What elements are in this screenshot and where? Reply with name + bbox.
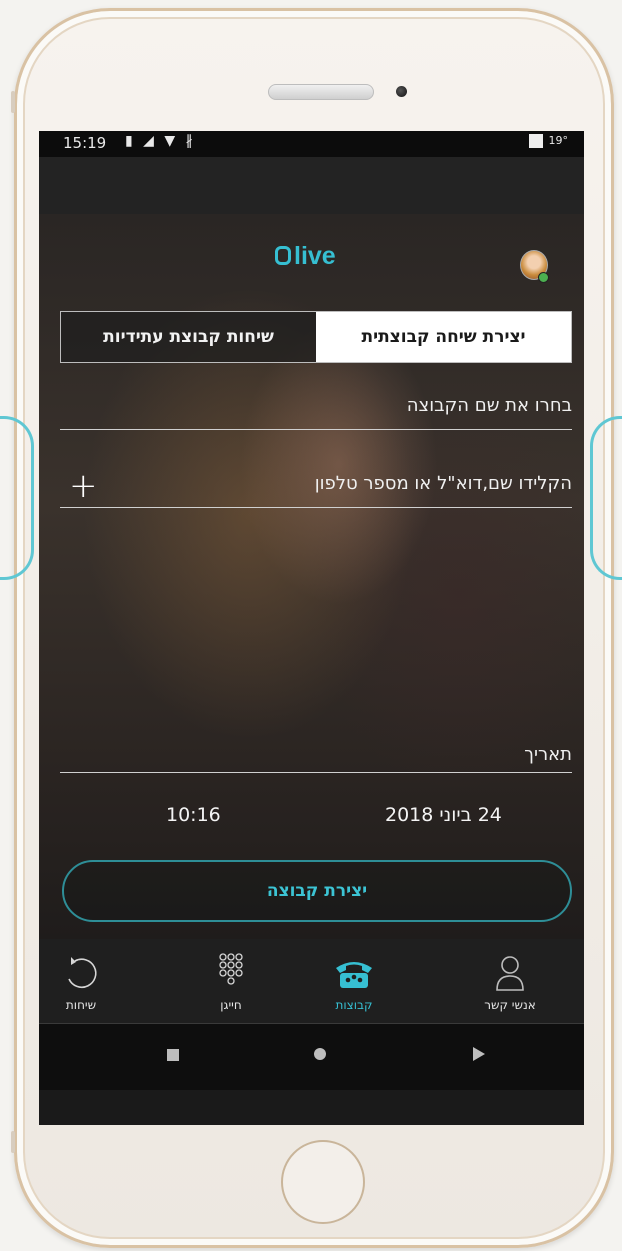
bluetooth-icon: ∦ <box>185 133 196 149</box>
system-nav-bar <box>39 1024 584 1090</box>
status-right: 19° <box>528 134 569 148</box>
notification-square-icon <box>528 134 543 148</box>
person-icon <box>460 953 560 993</box>
participants-field[interactable]: הקלידו שם,דוא"ל או מספר טלפון <box>60 469 572 508</box>
back-icon[interactable] <box>473 1046 485 1065</box>
group-name-field[interactable]: בחרו את שם הקבוצה <box>60 391 572 430</box>
nav-item-groups[interactable]: קבוצות <box>304 939 404 1023</box>
nav-label-dialer: חייגן <box>220 998 242 1012</box>
nav-label-calls: שיחות <box>65 998 97 1012</box>
online-status-dot <box>538 272 549 283</box>
tab-future-group-calls[interactable]: שיחות קבוצת עתידיות <box>61 312 316 362</box>
right-arrow-decoration <box>590 416 622 580</box>
app-top-bar <box>39 157 584 214</box>
recents-icon[interactable] <box>167 1046 179 1065</box>
wifi-icon: ▼ <box>164 133 179 149</box>
nav-item-contacts[interactable]: אנשי קשר <box>460 939 560 1023</box>
main-content: live יצירת שיחה קבוצתית שיחות קבוצת עתיד… <box>39 214 584 939</box>
nav-label-contacts: אנשי קשר <box>484 998 536 1012</box>
home-icon[interactable] <box>313 1046 327 1065</box>
app-logo: live <box>275 242 336 271</box>
bottom-nav: אנשי קשר קבוצות חייגן שיחות <box>39 939 584 1024</box>
nav-label-groups: קבוצות <box>335 998 373 1012</box>
phone-screen: 15:19 ▮ ◢ ▼ ∦ 19° live יצירת שיחה קבוצתי… <box>39 131 584 1125</box>
create-group-button[interactable]: יצירת קבוצה <box>62 860 572 922</box>
date-value[interactable]: 24 ביוני 2018 <box>385 804 502 826</box>
battery-icon: ▮ <box>125 133 136 149</box>
group-name-placeholder: בחרו את שם הקבוצה <box>406 395 572 416</box>
date-label: תאריך <box>524 744 572 765</box>
add-participant-button[interactable]: + <box>69 469 98 503</box>
side-button <box>11 1131 15 1153</box>
time-value[interactable]: 10:16 <box>166 804 221 826</box>
history-icon <box>39 953 131 993</box>
earpiece-speaker <box>268 84 374 100</box>
left-arrow-decoration <box>0 416 34 580</box>
date-divider <box>60 772 572 773</box>
side-button <box>11 91 15 113</box>
home-button[interactable] <box>281 1140 365 1224</box>
logo-text: live <box>294 242 336 270</box>
tab-create-group-call[interactable]: יצירת שיחה קבוצתית <box>316 312 571 362</box>
status-icons: ▮ ◢ ▼ ∦ <box>125 133 196 149</box>
status-time: 15:19 <box>63 134 107 152</box>
dialpad-icon <box>181 953 281 993</box>
participants-placeholder: הקלידו שם,דוא"ל או מספר טלפון <box>314 473 572 494</box>
tab-bar: יצירת שיחה קבוצתית שיחות קבוצת עתידיות <box>60 311 572 363</box>
logo-mark-icon <box>275 246 291 265</box>
status-bar: 15:19 ▮ ◢ ▼ ∦ 19° <box>39 131 584 157</box>
front-camera <box>396 86 407 97</box>
temperature: 19° <box>548 134 569 147</box>
nav-item-dialer[interactable]: חייגן <box>181 939 281 1023</box>
group-phone-icon <box>304 953 404 993</box>
signal-icon: ◢ <box>143 133 157 149</box>
nav-item-calls[interactable]: שיחות <box>39 939 131 1023</box>
